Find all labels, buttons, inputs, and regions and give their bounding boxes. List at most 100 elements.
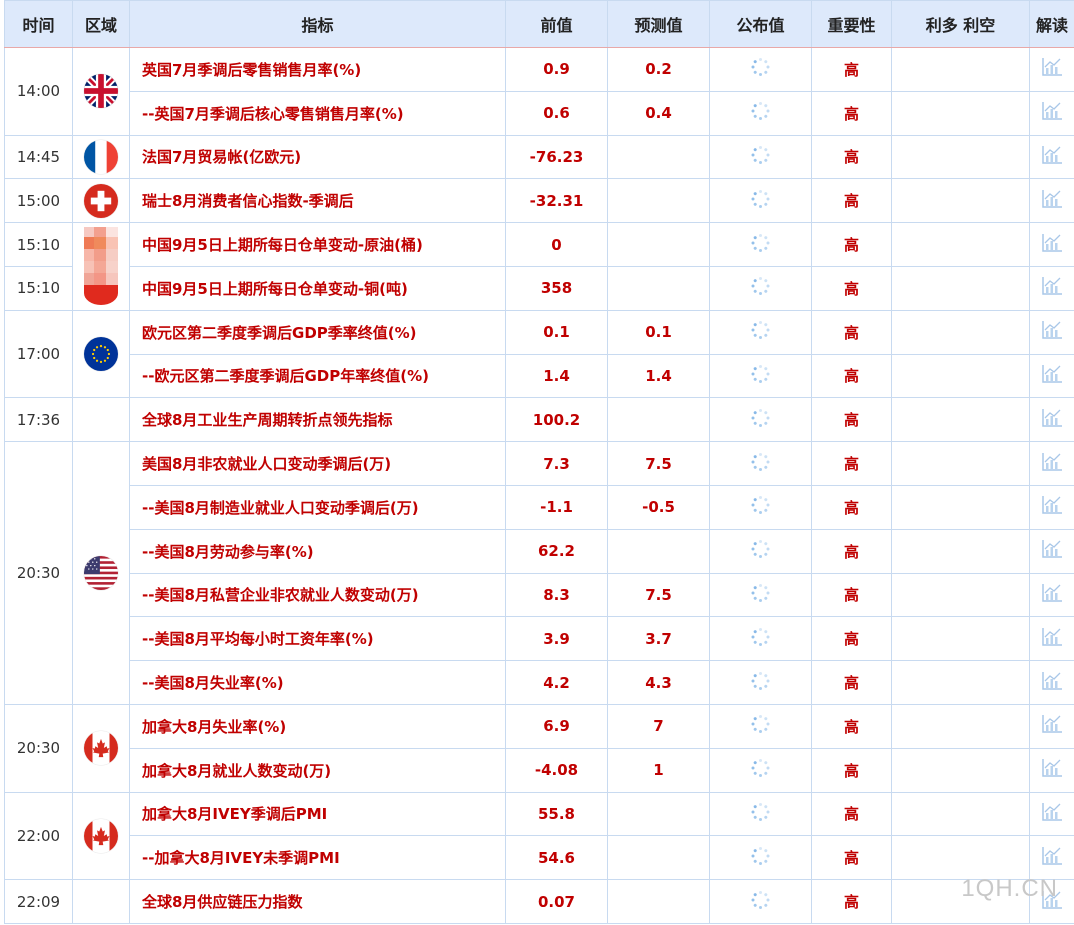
chart-analysis-icon[interactable] [1041, 233, 1063, 253]
time-cell: 14:45 [4, 134, 73, 180]
chart-analysis-icon[interactable] [1041, 145, 1063, 165]
time-cell: 15:10 [4, 265, 73, 311]
analysis-cell[interactable] [1029, 484, 1074, 530]
previous-value: 6.9 [505, 703, 608, 749]
importance-value: 高 [811, 178, 892, 224]
table-row: 17:00 欧元区第二季度季调后GDP季率终值(%) 0.1 0.1 高 [4, 309, 1074, 399]
chart-analysis-icon[interactable] [1041, 189, 1063, 209]
chart-analysis-icon[interactable] [1041, 846, 1063, 866]
region-cell [72, 397, 130, 443]
chart-analysis-icon[interactable] [1041, 57, 1063, 77]
analysis-cell[interactable] [1029, 309, 1074, 355]
indicator-link[interactable]: 瑞士8月消费者信心指数-季调后 [129, 178, 506, 224]
header-previous: 前值 [505, 0, 608, 48]
actual-value [709, 791, 812, 837]
chart-analysis-icon[interactable] [1041, 714, 1063, 734]
analysis-cell[interactable] [1029, 441, 1074, 486]
forecast-value: 7.5 [607, 441, 710, 486]
analysis-cell[interactable] [1029, 178, 1074, 224]
indicator-link[interactable]: 中国9月5日上期所每日仓单变动-铜(吨) [129, 265, 506, 311]
actual-value [709, 222, 812, 267]
indicator-link[interactable]: 英国7月季调后零售销售月率(%) [129, 47, 506, 92]
loading-spinner-icon [751, 802, 770, 821]
table-row: 22:09 全球8月供应链压力指数 0.07 高 [4, 879, 1074, 924]
importance-value: 高 [811, 353, 892, 399]
chart-analysis-icon[interactable] [1041, 627, 1063, 647]
chart-analysis-icon[interactable] [1041, 364, 1063, 384]
forecast-value: 7.5 [607, 572, 710, 618]
indicator-link[interactable]: --美国8月失业率(%) [129, 660, 506, 705]
analysis-cell[interactable] [1029, 703, 1074, 749]
forecast-value: 1.4 [607, 353, 710, 399]
chart-analysis-icon[interactable] [1041, 583, 1063, 603]
indicator-link[interactable]: 加拿大8月IVEY季调后PMI [129, 791, 506, 837]
impact-cell [891, 353, 1030, 399]
previous-value: 54.6 [505, 835, 608, 881]
region-cell [72, 703, 130, 793]
loading-spinner-icon [751, 671, 770, 690]
analysis-cell[interactable] [1029, 747, 1074, 793]
indicator-link[interactable]: --美国8月平均每小时工资年率(%) [129, 616, 506, 662]
analysis-cell[interactable] [1029, 835, 1074, 881]
indicator-link[interactable]: 全球8月供应链压力指数 [129, 879, 506, 924]
chart-analysis-icon[interactable] [1041, 408, 1063, 428]
importance-value: 高 [811, 397, 892, 443]
analysis-cell[interactable] [1029, 222, 1074, 267]
importance-value: 高 [811, 660, 892, 705]
analysis-cell[interactable] [1029, 134, 1074, 180]
forecast-value: 1 [607, 747, 710, 793]
chart-analysis-icon[interactable] [1041, 452, 1063, 472]
indicator-link[interactable]: 中国9月5日上期所每日仓单变动-原油(桶) [129, 222, 506, 267]
analysis-cell[interactable] [1029, 572, 1074, 618]
importance-value: 高 [811, 47, 892, 92]
indicator-link[interactable]: 加拿大8月就业人数变动(万) [129, 747, 506, 793]
analysis-cell[interactable] [1029, 660, 1074, 705]
chart-analysis-icon[interactable] [1041, 101, 1063, 121]
importance-value: 高 [811, 265, 892, 311]
actual-value [709, 441, 812, 486]
chart-analysis-icon[interactable] [1041, 758, 1063, 778]
indicator-link[interactable]: --加拿大8月IVEY未季调PMI [129, 835, 506, 881]
analysis-cell[interactable] [1029, 265, 1074, 311]
chart-analysis-icon[interactable] [1041, 276, 1063, 296]
analysis-cell[interactable] [1029, 353, 1074, 399]
indicator-link[interactable]: --美国8月私营企业非农就业人数变动(万) [129, 572, 506, 618]
importance-value: 高 [811, 703, 892, 749]
indicator-link[interactable]: --美国8月制造业就业人口变动季调后(万) [129, 484, 506, 530]
header-impact: 利多 利空 [891, 0, 1030, 48]
analysis-cell[interactable] [1029, 47, 1074, 92]
analysis-cell[interactable] [1029, 791, 1074, 837]
analysis-cell[interactable] [1029, 616, 1074, 662]
indicator-link[interactable]: --英国7月季调后核心零售销售月率(%) [129, 90, 506, 136]
impact-cell [891, 791, 1030, 837]
previous-value: 4.2 [505, 660, 608, 705]
importance-value: 高 [811, 572, 892, 618]
analysis-cell[interactable] [1029, 90, 1074, 136]
indicator-link[interactable]: 美国8月非农就业人口变动季调后(万) [129, 441, 506, 486]
previous-value: 1.4 [505, 353, 608, 399]
indicator-link[interactable]: --美国8月劳动参与率(%) [129, 528, 506, 574]
indicator-link[interactable]: --欧元区第二季度季调后GDP年率终值(%) [129, 353, 506, 399]
actual-value [709, 747, 812, 793]
chart-analysis-icon[interactable] [1041, 539, 1063, 559]
chart-analysis-icon[interactable] [1041, 495, 1063, 515]
analysis-cell[interactable] [1029, 528, 1074, 574]
previous-value: 3.9 [505, 616, 608, 662]
chart-analysis-icon[interactable] [1041, 671, 1063, 691]
forecast-value: -0.5 [607, 484, 710, 530]
table-row: 加拿大8月就业人数变动(万) -4.08 1 高 [5, 747, 1074, 793]
indicator-link[interactable]: 法国7月贸易帐(亿欧元) [129, 134, 506, 180]
indicator-link[interactable]: 欧元区第二季度季调后GDP季率终值(%) [129, 309, 506, 355]
china-flag-icon [84, 227, 118, 306]
indicator-link[interactable]: 全球8月工业生产周期转折点领先指标 [129, 397, 506, 443]
loading-spinner-icon [751, 759, 770, 778]
chart-analysis-icon[interactable] [1041, 320, 1063, 340]
actual-value [709, 265, 812, 311]
indicator-link[interactable]: 加拿大8月失业率(%) [129, 703, 506, 749]
table-row: --英国7月季调后核心零售销售月率(%) 0.6 0.4 高 [5, 90, 1074, 136]
loading-spinner-icon [751, 102, 770, 121]
table-row: 17:36 全球8月工业生产周期转折点领先指标 100.2 高 [4, 397, 1074, 443]
chart-analysis-icon[interactable] [1041, 802, 1063, 822]
analysis-cell[interactable] [1029, 397, 1074, 443]
loading-spinner-icon [751, 890, 770, 909]
